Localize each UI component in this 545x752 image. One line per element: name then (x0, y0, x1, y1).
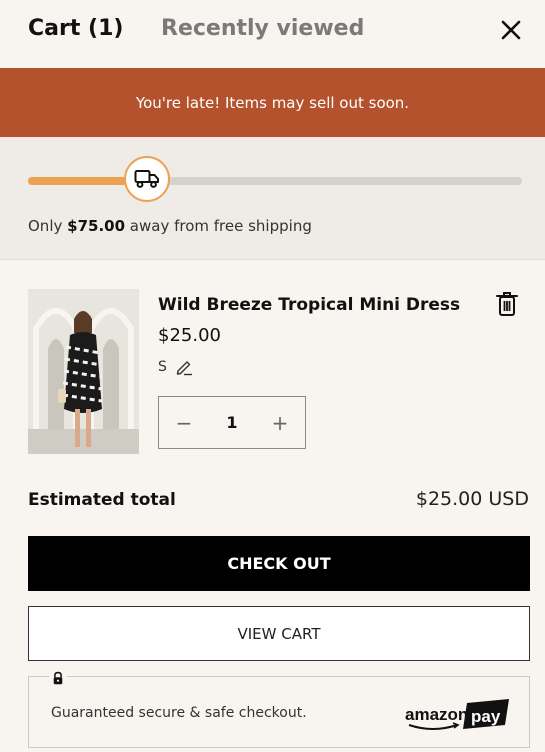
variant-size: S (158, 359, 167, 375)
checkout-button[interactable]: CHECK OUT (28, 536, 530, 591)
product-image[interactable] (28, 289, 139, 454)
estimated-total-value: $25.00 USD (415, 488, 529, 510)
cart-tabs: Cart (1) Recently viewed (0, 0, 545, 68)
trash-icon[interactable] (496, 291, 518, 317)
quantity-value[interactable]: 1 (226, 413, 237, 432)
truck-icon (134, 170, 159, 188)
shipping-prefix: Only (28, 217, 68, 235)
amazon-pay-logo: amazon pay (405, 699, 509, 730)
urgency-banner: You're late! Items may sell out soon. (0, 68, 545, 137)
tab-recently-viewed[interactable]: Recently viewed (161, 16, 364, 41)
tab-cart[interactable]: Cart (1) (28, 16, 123, 41)
secure-checkout-text: Guaranteed secure & safe checkout. (51, 705, 307, 721)
decrease-quantity-button[interactable]: − (173, 411, 195, 435)
quantity-stepper: − 1 + (158, 396, 306, 449)
increase-quantity-button[interactable]: + (269, 411, 291, 435)
estimated-total-label: Estimated total (28, 490, 176, 510)
pencil-icon[interactable] (175, 358, 193, 376)
product-variant: S (158, 358, 193, 376)
shipping-message: Only $75.00 away from free shipping (28, 217, 312, 235)
banner-text: You're late! Items may sell out soon. (135, 93, 410, 112)
amazon-pay-badge: pay (471, 707, 501, 726)
shipping-suffix: away from free shipping (125, 217, 312, 235)
amazon-pay-wordmark: amazon (405, 705, 468, 724)
lock-icon (49, 669, 67, 687)
shipping-progress-bar (28, 177, 522, 185)
close-icon[interactable] (497, 16, 525, 44)
product-price: $25.00 (158, 325, 221, 346)
product-title[interactable]: Wild Breeze Tropical Mini Dress (158, 295, 460, 315)
free-shipping-section: Only $75.00 away from free shipping (0, 137, 545, 260)
secure-checkout-box: Guaranteed secure & safe checkout. amazo… (28, 669, 530, 748)
shipping-amount: $75.00 (67, 217, 126, 235)
truck-icon-badge (123, 156, 170, 202)
view-cart-button[interactable]: VIEW CART (28, 606, 530, 661)
